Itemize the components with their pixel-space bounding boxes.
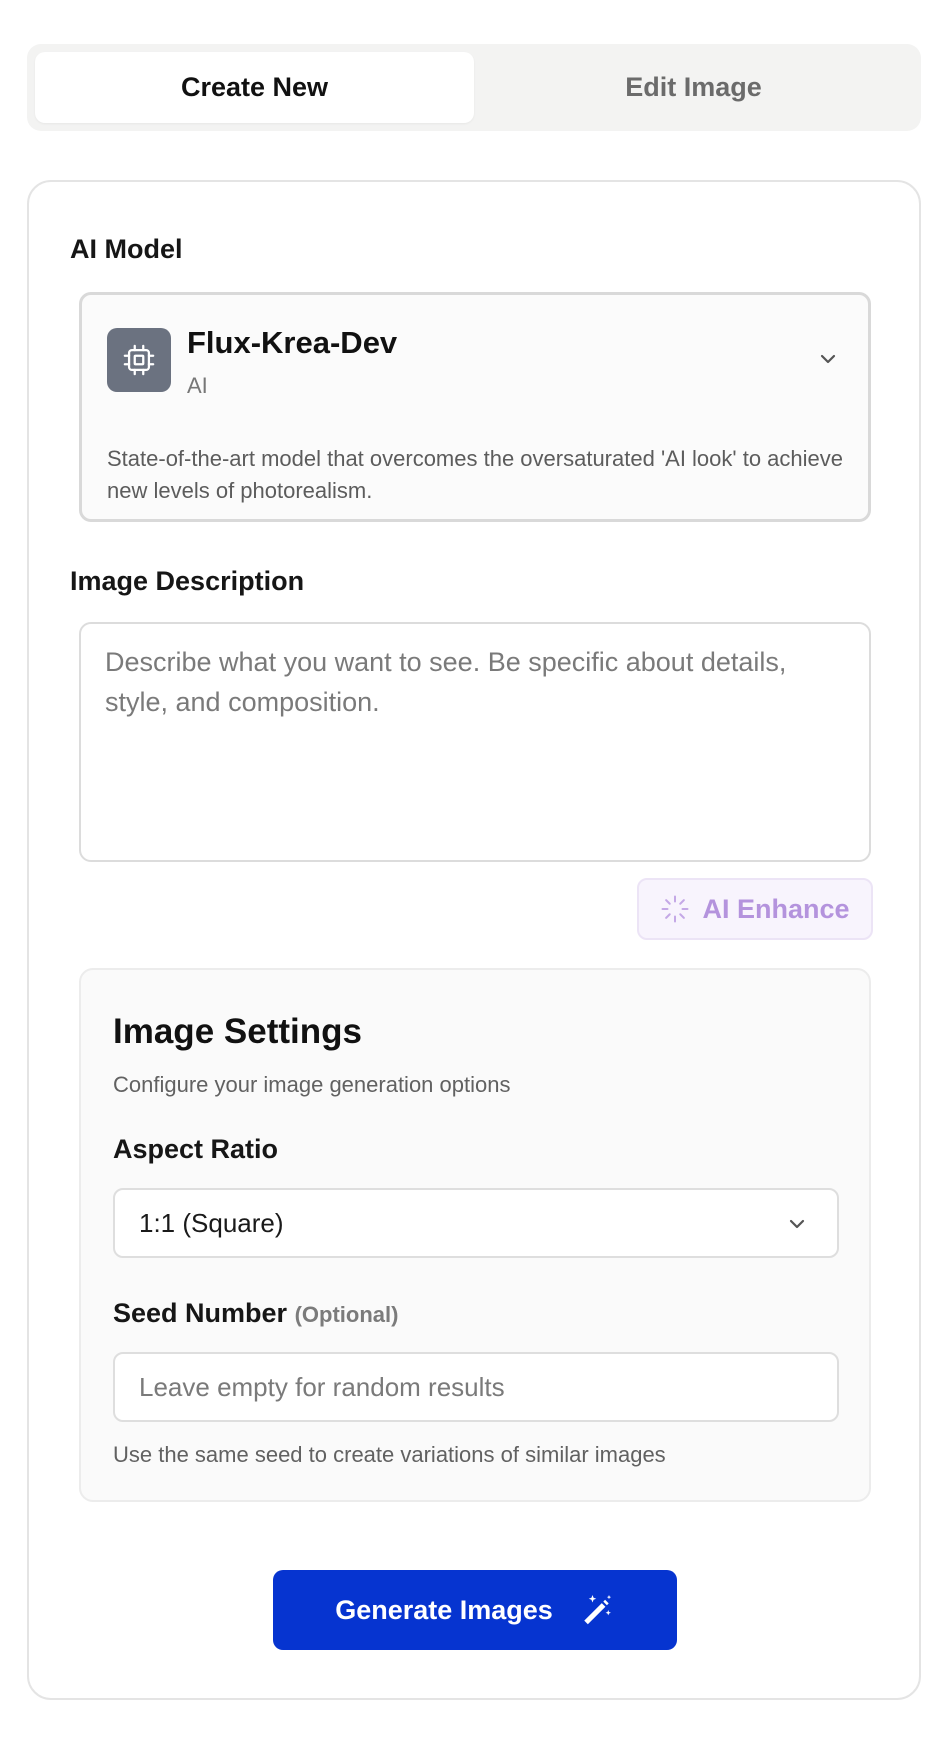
- image-description-input[interactable]: [79, 622, 871, 862]
- model-description: State-of-the-art model that overcomes th…: [107, 446, 844, 503]
- aspect-ratio-label: Aspect Ratio: [113, 1134, 279, 1164]
- ai-enhance-button[interactable]: AI Enhance: [637, 878, 873, 940]
- image-description-label: Image Description: [70, 566, 305, 596]
- image-settings-subtitle: Configure your image generation options: [113, 1072, 511, 1097]
- ai-model-label: AI Model: [70, 234, 183, 264]
- tab-edit-image[interactable]: Edit Image: [474, 52, 913, 123]
- image-settings-title: Image Settings: [113, 1012, 362, 1051]
- seed-number-input[interactable]: [113, 1352, 839, 1422]
- image-settings-panel: Image Settings Configure your image gene…: [79, 968, 871, 1502]
- chevron-down-icon: [789, 1219, 805, 1229]
- generation-card: AI Model Flux-Krea-Dev AI State-of-the-a…: [27, 180, 921, 1700]
- spinner-icon: [661, 895, 689, 923]
- cpu-chip-icon: [107, 328, 171, 392]
- model-name: Flux-Krea-Dev: [187, 325, 398, 360]
- aspect-ratio-value: 1:1 (Square): [139, 1207, 284, 1238]
- seed-help-text: Use the same seed to create variations o…: [113, 1442, 666, 1467]
- magic-wand-icon: [584, 1595, 611, 1625]
- mode-tabs: Create New Edit Image: [27, 44, 921, 131]
- chevron-down-icon[interactable]: [816, 347, 840, 371]
- tab-create-new[interactable]: Create New: [35, 52, 474, 123]
- aspect-ratio-select[interactable]: 1:1 (Square): [113, 1188, 839, 1258]
- seed-number-label-text: Seed Number: [113, 1298, 288, 1328]
- seed-number-label: Seed Number (Optional): [113, 1298, 398, 1329]
- ai-enhance-label: AI Enhance: [702, 893, 850, 924]
- model-provider: AI: [187, 373, 208, 398]
- model-selector[interactable]: Flux-Krea-Dev AI State-of-the-art model …: [79, 292, 871, 522]
- generate-images-button[interactable]: Generate Images: [273, 1570, 677, 1650]
- generate-images-label: Generate Images: [335, 1594, 553, 1625]
- optional-tag: (Optional): [294, 1302, 399, 1327]
